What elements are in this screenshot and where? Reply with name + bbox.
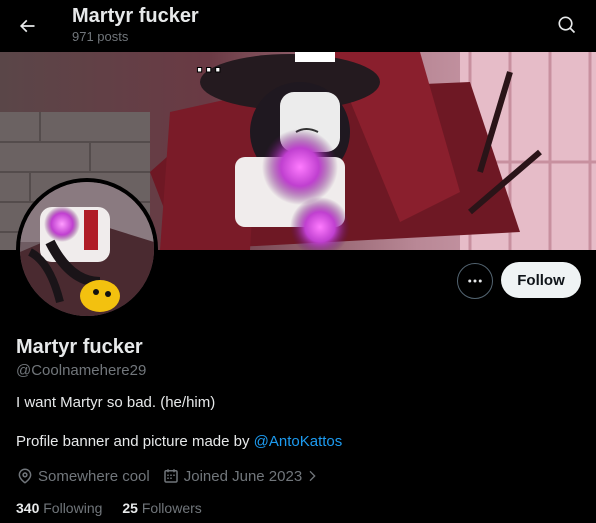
follow-stats: 340 Following 25 Followers bbox=[16, 500, 222, 516]
joined-text: Joined June 2023 bbox=[183, 467, 303, 485]
arrow-left-icon bbox=[19, 19, 35, 33]
following-label: Following bbox=[43, 500, 103, 516]
profile-bio-credit: Profile banner and picture made by @Anto… bbox=[16, 433, 342, 450]
posts-count: 971 posts bbox=[72, 29, 129, 44]
chevron-right-icon bbox=[309, 470, 316, 482]
profile-handle: @Coolnamehere29 bbox=[16, 362, 147, 379]
search-button[interactable] bbox=[550, 8, 584, 42]
search-icon bbox=[558, 16, 576, 34]
page-title: Martyr fucker bbox=[72, 5, 199, 27]
back-button[interactable] bbox=[10, 9, 44, 43]
bio-credit-text: Profile banner and picture made by bbox=[16, 433, 254, 450]
location-text: Somewhere cool bbox=[38, 467, 150, 485]
header-title-block: Martyr fucker 971 posts bbox=[72, 4, 199, 46]
calendar-icon bbox=[163, 469, 178, 483]
profile-bio: I want Martyr so bad. (he/him) bbox=[16, 394, 216, 411]
joined-item[interactable]: Joined June 2023 bbox=[162, 467, 324, 485]
location-item: Somewhere cool bbox=[16, 467, 150, 485]
profile-meta: Somewhere cool Joined June 2023 bbox=[16, 466, 336, 486]
avatar[interactable] bbox=[16, 178, 158, 320]
svg-text:...: ... bbox=[195, 52, 222, 78]
follow-button[interactable]: Follow bbox=[501, 262, 581, 298]
following-link[interactable]: 340 Following bbox=[16, 500, 102, 516]
more-options-button[interactable] bbox=[457, 263, 493, 299]
more-horizontal-icon bbox=[468, 279, 482, 283]
top-bar: Martyr fucker 971 posts bbox=[0, 0, 596, 52]
followers-link[interactable]: 25 Followers bbox=[122, 500, 201, 516]
followers-label: Followers bbox=[141, 500, 202, 516]
followers-count: 25 bbox=[122, 500, 138, 516]
bio-mention-link[interactable]: @AntoKattos bbox=[254, 433, 343, 450]
location-pin-icon bbox=[18, 468, 32, 484]
profile-name: Martyr fucker bbox=[16, 336, 143, 358]
following-count: 340 bbox=[16, 500, 40, 516]
avatar-image bbox=[20, 182, 154, 316]
